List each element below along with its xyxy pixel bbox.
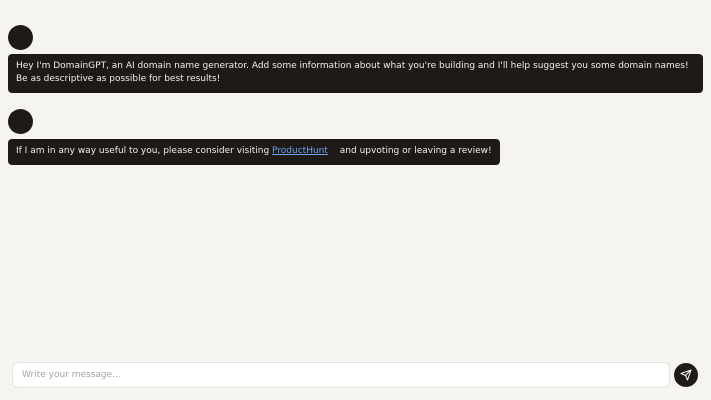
message-text: Hey I'm DomainGPT, an AI domain name gen… — [16, 61, 689, 84]
send-icon — [680, 369, 692, 381]
bot-avatar — [8, 25, 33, 50]
message-bubble: Hey I'm DomainGPT, an AI domain name gen… — [8, 54, 703, 93]
message-list: Hey I'm DomainGPT, an AI domain name gen… — [8, 25, 703, 181]
message-item: Hey I'm DomainGPT, an AI domain name gen… — [8, 25, 703, 93]
chat-app: Hey I'm DomainGPT, an AI domain name gen… — [0, 0, 711, 400]
message-text: If I am in any way useful to you, please… — [16, 146, 273, 156]
bot-avatar — [8, 109, 33, 134]
message-text: and upvoting or leaving a review! — [336, 146, 492, 156]
message-input[interactable] — [12, 362, 670, 388]
message-bubble: If I am in any way useful to you, please… — [8, 139, 500, 165]
producthunt-link[interactable]: ProductHunt — [272, 146, 328, 156]
send-button[interactable] — [674, 363, 698, 387]
message-item: If I am in any way useful to you, please… — [8, 109, 703, 165]
